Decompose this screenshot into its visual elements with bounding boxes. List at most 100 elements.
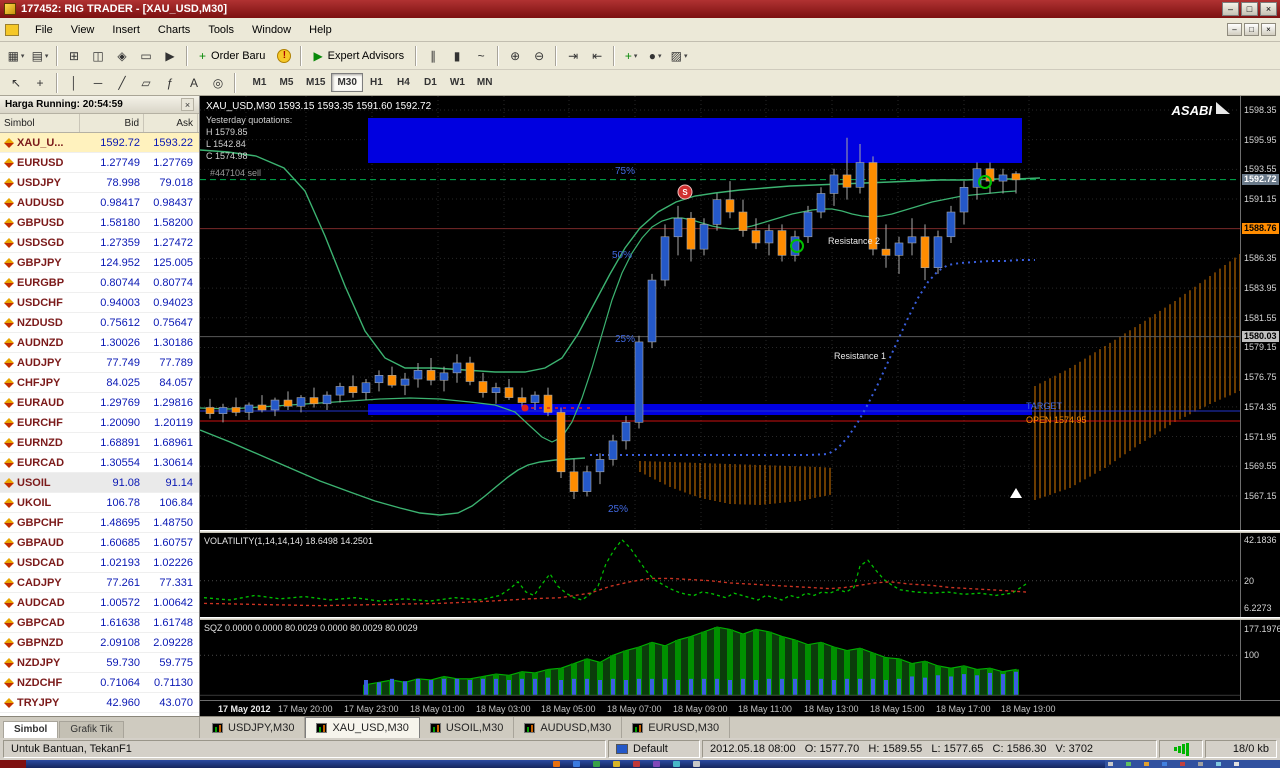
taskbar-app-icon[interactable] <box>593 761 600 767</box>
menu-window[interactable]: Window <box>243 20 300 40</box>
menu-help[interactable]: Help <box>300 20 341 40</box>
text-label-button[interactable]: A <box>182 72 206 94</box>
timeframe-MN[interactable]: MN <box>471 73 499 92</box>
chart-area[interactable]: SXAU_USD,M30 1593.15 1593.35 1591.60 159… <box>200 96 1280 716</box>
symbol-row[interactable]: GBPCHF1.486951.48750 <box>0 513 199 533</box>
indicators-button[interactable]: +▾ <box>619 45 643 67</box>
tray-icon[interactable] <box>1144 762 1149 766</box>
data-window-button[interactable]: ◫ <box>86 45 110 67</box>
symbol-row[interactable]: EURNZD1.688911.68961 <box>0 433 199 453</box>
symbol-row[interactable]: CADJPY77.26177.331 <box>0 573 199 593</box>
tray-icon[interactable] <box>1216 762 1221 766</box>
timeframe-M30[interactable]: M30 <box>331 73 362 92</box>
symbol-row[interactable]: TRYJPY42.96043.070 <box>0 693 199 713</box>
symbol-row[interactable]: EURAUD1.297691.29816 <box>0 393 199 413</box>
taskbar-app-icon[interactable] <box>633 761 640 767</box>
column-header-ask[interactable]: Ask <box>144 114 198 132</box>
chart-tab-usoil-m30[interactable]: USOIL,M30 <box>420 717 514 738</box>
mdi-minimize-button[interactable]: – <box>1227 23 1242 36</box>
fibonacci-button[interactable]: ƒ <box>158 72 182 94</box>
menu-insert[interactable]: Insert <box>103 20 149 40</box>
timeframe-D1[interactable]: D1 <box>417 73 444 92</box>
navigator-button[interactable]: ◈ <box>110 45 134 67</box>
tray-icon[interactable] <box>1234 762 1239 766</box>
menu-tools[interactable]: Tools <box>199 20 243 40</box>
profile-selector[interactable]: Default <box>608 740 700 758</box>
timeframe-H1[interactable]: H1 <box>363 73 390 92</box>
symbol-row[interactable]: XAU_U...1592.721593.22 <box>0 133 199 153</box>
windows-taskbar[interactable] <box>0 760 1280 768</box>
symbol-row[interactable]: GBPNZD2.091082.09228 <box>0 633 199 653</box>
timeframe-H4[interactable]: H4 <box>390 73 417 92</box>
mdi-maximize-button[interactable]: □ <box>1244 23 1259 36</box>
symbol-row[interactable]: GBPCAD1.616381.61748 <box>0 613 199 633</box>
symbol-row[interactable]: USOIL91.0891.14 <box>0 473 199 493</box>
symbol-row[interactable]: NZDUSD0.756120.75647 <box>0 313 199 333</box>
symbol-row[interactable]: USDSGD1.273591.27472 <box>0 233 199 253</box>
bar-chart-button[interactable]: ∥ <box>421 45 445 67</box>
alert-button[interactable]: ! <box>272 45 296 67</box>
symbol-row[interactable]: AUDCAD1.005721.00642 <box>0 593 199 613</box>
symbol-row[interactable]: USDCAD1.021931.02226 <box>0 553 199 573</box>
menu-file[interactable]: File <box>26 20 62 40</box>
new-chart-button[interactable]: ▦▾ <box>4 45 28 67</box>
new-order-button[interactable]: +Order Baru <box>192 45 272 67</box>
market-watch-tab-grafik-tik[interactable]: Grafik Tik <box>59 721 123 738</box>
timeframe-M1[interactable]: M1 <box>246 73 273 92</box>
tray-icon[interactable] <box>1198 762 1203 766</box>
market-watch-tab-simbol[interactable]: Simbol <box>3 721 58 738</box>
auto-scroll-button[interactable]: ⇥ <box>561 45 585 67</box>
panel-splitter[interactable] <box>200 617 1280 620</box>
menu-charts[interactable]: Charts <box>149 20 199 40</box>
symbol-row[interactable]: GBPUSD1.581801.58200 <box>0 213 199 233</box>
symbol-row[interactable]: NZDCHF0.710640.71130 <box>0 673 199 693</box>
symbol-row[interactable]: UKOIL106.78106.84 <box>0 493 199 513</box>
line-chart-button[interactable]: ~ <box>469 45 493 67</box>
symbol-row[interactable]: GBPJPY124.952125.005 <box>0 253 199 273</box>
symbol-row[interactable]: EURCHF1.200901.20119 <box>0 413 199 433</box>
symbol-row[interactable]: CHFJPY84.02584.057 <box>0 373 199 393</box>
arrows-button[interactable]: ◎ <box>206 72 230 94</box>
market-watch-button[interactable]: ⊞ <box>62 45 86 67</box>
candlestick-chart-button[interactable]: ▮ <box>445 45 469 67</box>
horizontal-line-button[interactable]: ─ <box>86 72 110 94</box>
start-button[interactable] <box>0 760 26 768</box>
chart-tab-audusd-m30[interactable]: AUDUSD,M30 <box>514 717 622 738</box>
crosshair-button[interactable]: + <box>28 72 52 94</box>
symbol-row[interactable]: AUDJPY77.74977.789 <box>0 353 199 373</box>
timeframe-M15[interactable]: M15 <box>300 73 331 92</box>
templates-button[interactable]: ▨▾ <box>667 45 691 67</box>
chart-shift-button[interactable]: ⇤ <box>585 45 609 67</box>
symbol-row[interactable]: EURUSD1.277491.27769 <box>0 153 199 173</box>
timeframe-M5[interactable]: M5 <box>273 73 300 92</box>
cursor-button[interactable]: ↖ <box>4 72 28 94</box>
minimize-button[interactable]: – <box>1222 2 1239 16</box>
zoom-out-button[interactable]: ⊖ <box>527 45 551 67</box>
tray-icon[interactable] <box>1108 762 1113 766</box>
strategy-tester-button[interactable]: ▶ <box>158 45 182 67</box>
mdi-close-button[interactable]: × <box>1261 23 1276 36</box>
tray-icon[interactable] <box>1126 762 1131 766</box>
symbol-row[interactable]: AUDUSD0.984170.98437 <box>0 193 199 213</box>
taskbar-app-icon[interactable] <box>653 761 660 767</box>
symbol-row[interactable]: AUDNZD1.300261.30186 <box>0 333 199 353</box>
taskbar-app-icon[interactable] <box>553 761 560 767</box>
symbol-row[interactable]: NZDJPY59.73059.775 <box>0 653 199 673</box>
expert-advisors-button[interactable]: ▶Expert Advisors <box>306 45 411 67</box>
symbol-row[interactable]: EURGBP0.807440.80774 <box>0 273 199 293</box>
close-button[interactable]: × <box>1260 2 1277 16</box>
column-header-simbol[interactable]: Simbol <box>0 114 80 132</box>
maximize-button[interactable]: □ <box>1241 2 1258 16</box>
chart-tab-usdjpy-m30[interactable]: USDJPY,M30 <box>202 717 305 738</box>
symbol-row[interactable]: USDJPY78.99879.018 <box>0 173 199 193</box>
price-chart[interactable]: SXAU_USD,M30 1593.15 1593.35 1591.60 159… <box>200 96 1240 530</box>
timeframe-W1[interactable]: W1 <box>444 73 471 92</box>
tray-icon[interactable] <box>1162 762 1167 766</box>
zoom-in-button[interactable]: ⊕ <box>503 45 527 67</box>
trendline-button[interactable]: ╱ <box>110 72 134 94</box>
close-icon[interactable]: × <box>181 98 194 111</box>
profiles-button[interactable]: ▤▾ <box>28 45 52 67</box>
symbol-row[interactable]: USDCHF0.940030.94023 <box>0 293 199 313</box>
periods-button[interactable]: ●▾ <box>643 45 667 67</box>
chart-tab-eurusd-m30[interactable]: EURUSD,M30 <box>622 717 730 738</box>
